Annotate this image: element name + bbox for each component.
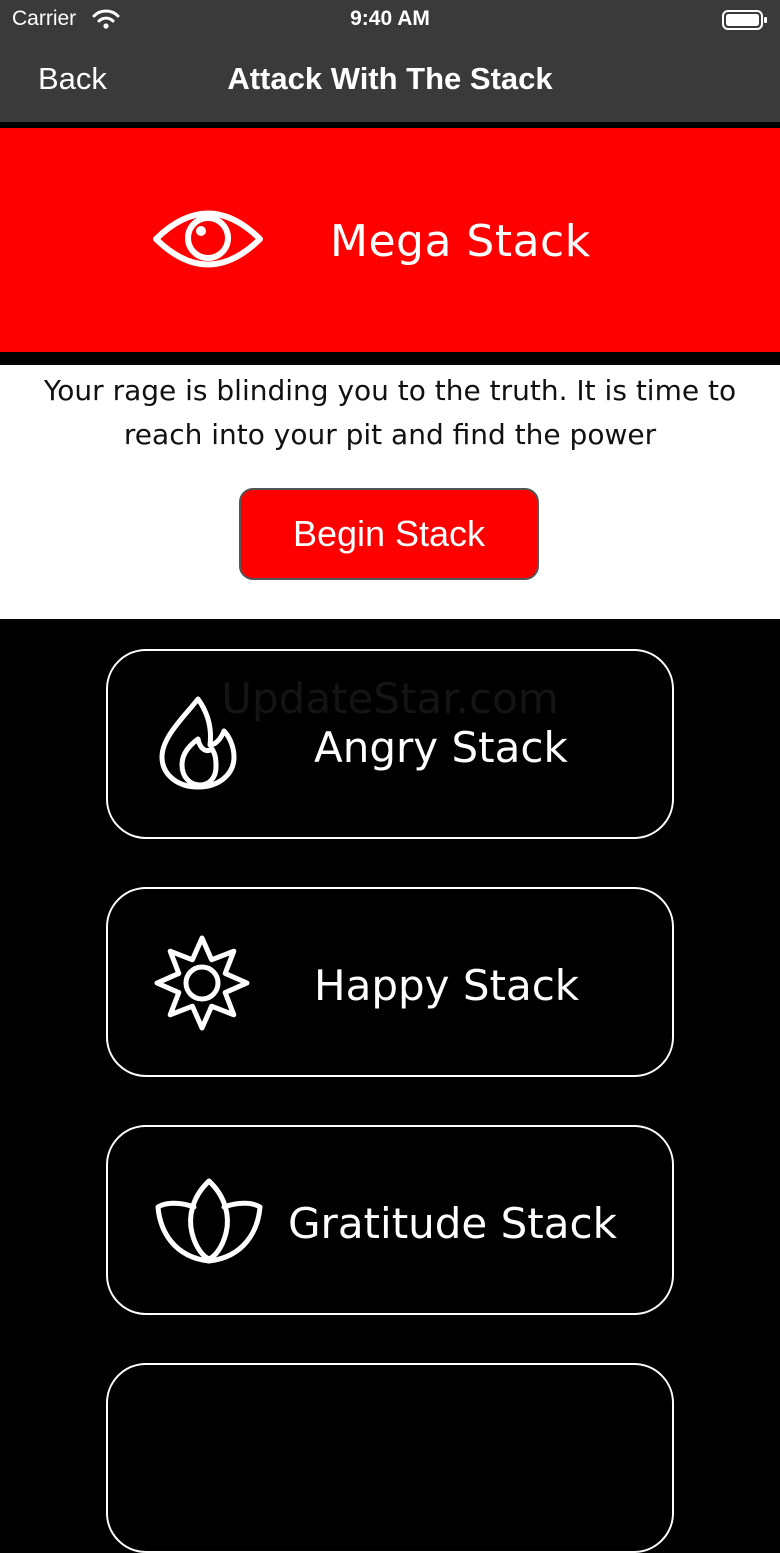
status-bar: Carrier 9:40 AM <box>0 0 780 40</box>
mega-stack-banner[interactable]: Mega Stack <box>0 128 780 352</box>
battery-icon <box>722 10 767 30</box>
card-label: Happy Stack <box>314 961 580 1010</box>
stack-card[interactable] <box>106 1363 674 1553</box>
hero-title: Mega Stack <box>330 216 591 267</box>
angry-stack-card[interactable]: Angry Stack <box>106 649 674 839</box>
lotus-icon <box>155 1178 263 1264</box>
card-label: Gratitude Stack <box>288 1199 617 1248</box>
stack-description: Your rage is blinding you to the truth. … <box>43 374 737 451</box>
happy-stack-card[interactable]: Happy Stack <box>106 887 674 1077</box>
status-time: 9:40 AM <box>350 7 430 30</box>
page-title: Attack With The Stack <box>227 61 553 96</box>
stack-info-panel: Your rage is blinding you to the truth. … <box>0 365 780 619</box>
card-label: Angry Stack <box>314 723 568 772</box>
begin-stack-button[interactable]: Begin Stack <box>239 488 539 580</box>
app-header: Carrier 9:40 AM Back Attack With The Sta… <box>0 0 780 122</box>
gratitude-stack-card[interactable]: Gratitude Stack <box>106 1125 674 1315</box>
sun-icon <box>154 935 250 1031</box>
eye-icon <box>153 210 263 268</box>
flame-icon <box>159 696 237 790</box>
